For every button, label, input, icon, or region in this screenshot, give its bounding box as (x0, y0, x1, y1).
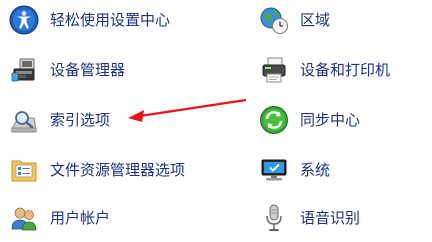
users-icon (8, 202, 40, 234)
folder-options-icon (8, 154, 40, 186)
user-accounts-label: 用户帐户 (50, 209, 111, 227)
computer-monitor-icon (258, 154, 290, 186)
indexing-icon (8, 104, 40, 136)
file-explorer-options-label: 文件资源管理器选项 (50, 161, 186, 179)
device-manager-icon (8, 54, 40, 86)
printer-icon (258, 54, 290, 86)
sync-center-label: 同步中心 (300, 111, 361, 129)
indexing-options-link[interactable]: 索引选项 (8, 100, 208, 140)
system-link[interactable]: 系统 (258, 150, 426, 190)
system-label: 系统 (300, 161, 331, 179)
microphone-icon (258, 202, 290, 234)
region-link[interactable]: 区域 (258, 0, 426, 40)
user-accounts-link[interactable]: 用户帐户 (8, 198, 208, 238)
devices-and-printers-link[interactable]: 设备和打印机 (258, 50, 426, 90)
sync-center-link[interactable]: 同步中心 (258, 100, 426, 140)
ease-of-access-center-label: 轻松使用设置中心 (50, 11, 171, 29)
ease-of-access-center-link[interactable]: 轻松使用设置中心 (8, 0, 208, 40)
speech-recognition-link[interactable]: 语音识别 (258, 198, 426, 238)
control-panel-grid: 轻松使用设置中心 区域 设备管理器 设备和打印机 索引选项 同步中心 文件资源管… (0, 0, 432, 242)
file-explorer-options-link[interactable]: 文件资源管理器选项 (8, 150, 208, 190)
speech-recognition-label: 语音识别 (300, 209, 361, 227)
sync-icon (258, 104, 290, 136)
device-manager-link[interactable]: 设备管理器 (8, 50, 208, 90)
devices-and-printers-label: 设备和打印机 (300, 61, 391, 79)
indexing-options-label: 索引选项 (50, 111, 111, 129)
device-manager-label: 设备管理器 (50, 61, 126, 79)
ease-of-access-icon (8, 4, 40, 36)
region-label: 区域 (300, 11, 331, 29)
globe-clock-icon (258, 4, 290, 36)
